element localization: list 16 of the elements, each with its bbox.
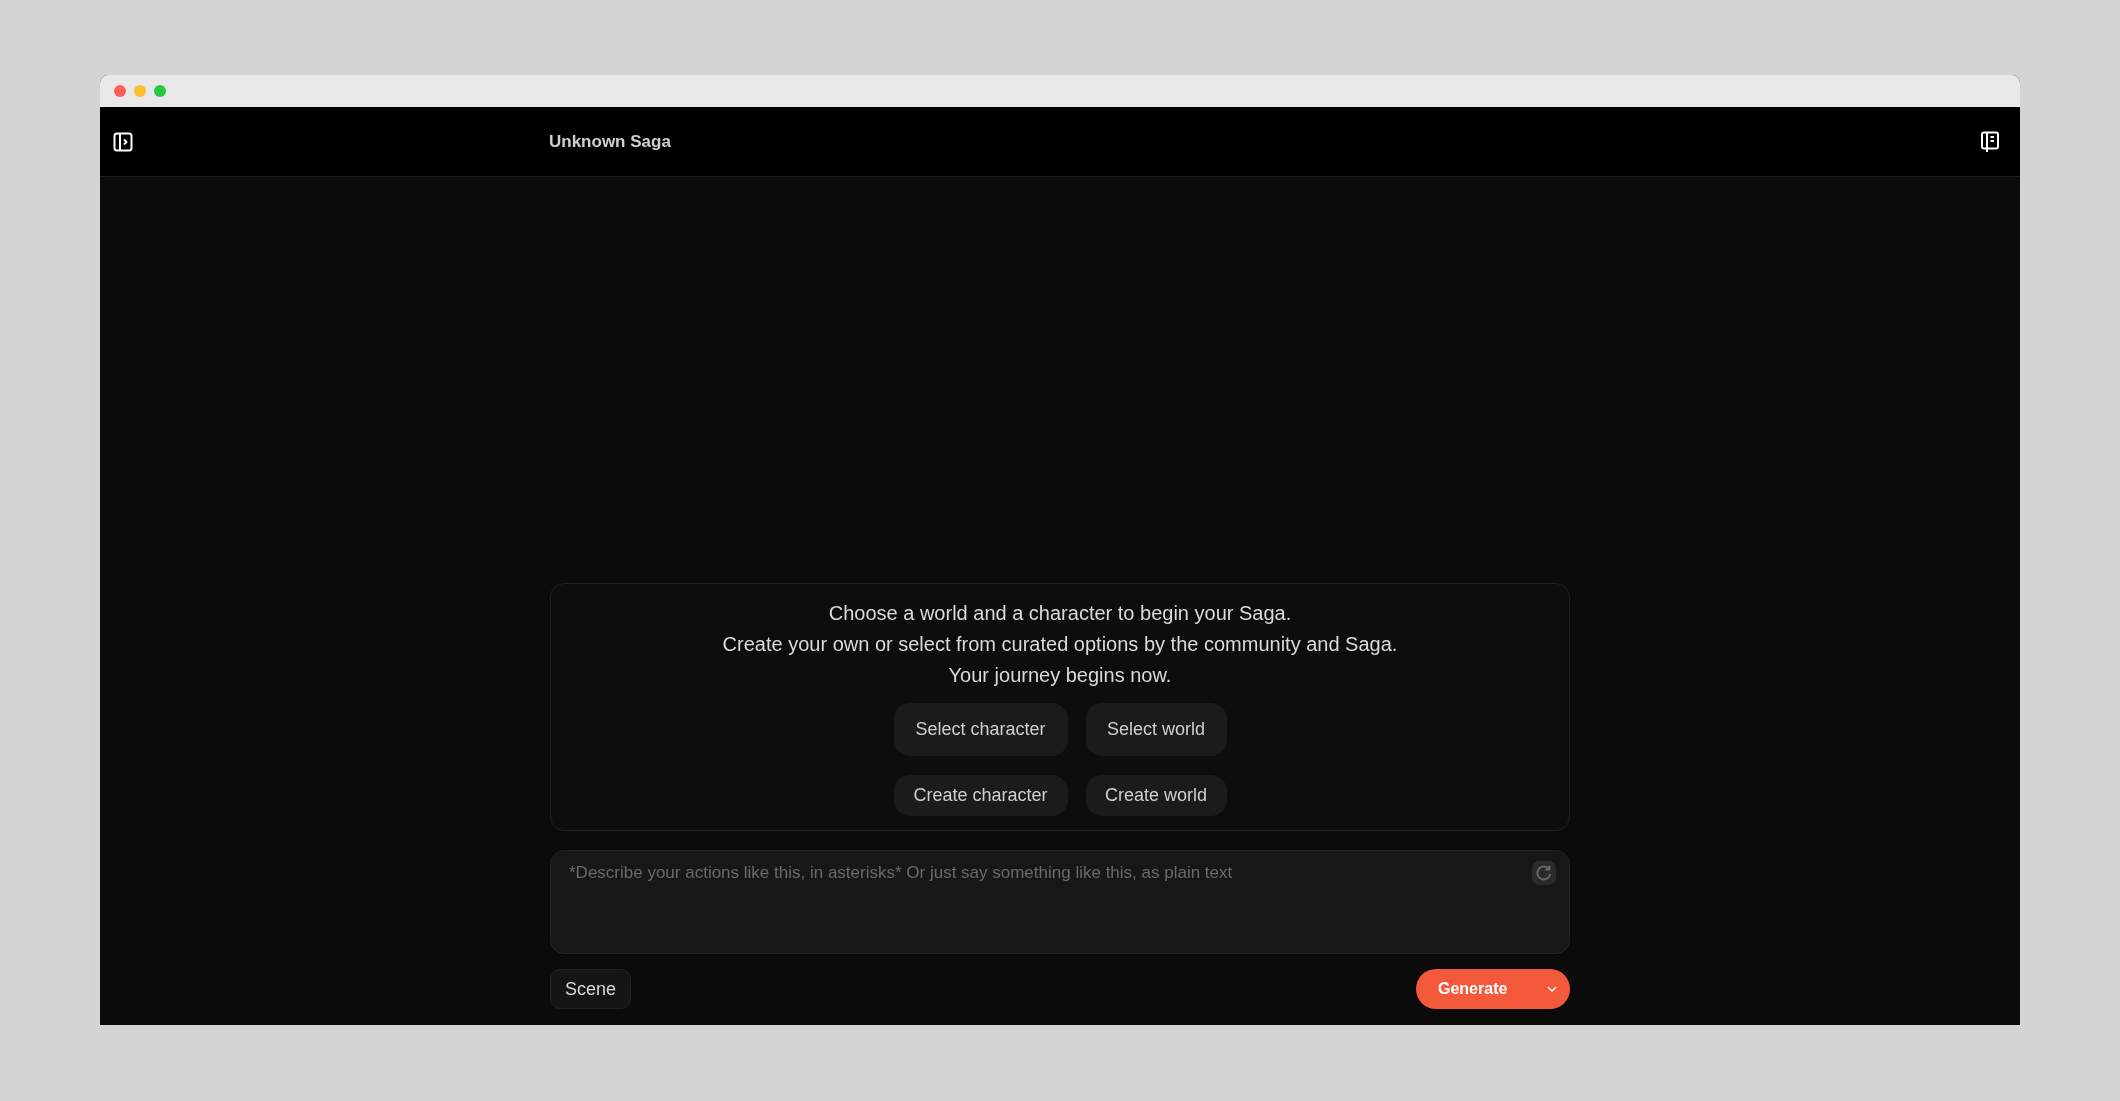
- action-button[interactable]: Create world: [1085, 775, 1227, 816]
- intro-text: Create your own or select from curated options by the community and Saga.: [722, 632, 1398, 657]
- action-button[interactable]: Select world: [1085, 703, 1227, 756]
- notebook-icon[interactable]: [1980, 130, 2000, 153]
- chevron-icon: [1546, 985, 1558, 993]
- action-button[interactable]: Select character: [893, 703, 1068, 756]
- scene-button[interactable]: Scene: [550, 969, 632, 1009]
- message-input[interactable]: *Describe your actions like this, in asterisks* Or just say something like this, as plain text: [550, 850, 1570, 954]
- action-button[interactable]: Create character: [893, 775, 1068, 816]
- intro-text: Your journey begins now.: [948, 663, 1172, 688]
- intro-text: Choose a world and a character to begin your Saga.: [828, 601, 1292, 626]
- close-button[interactable]: [114, 85, 126, 97]
- sidebar-toggle-icon[interactable]: [113, 131, 133, 152]
- zoom-button[interactable]: [154, 85, 166, 97]
- refresh-icon[interactable]: [1532, 861, 1556, 885]
- saga-title: Unknown Saga: [549, 131, 671, 152]
